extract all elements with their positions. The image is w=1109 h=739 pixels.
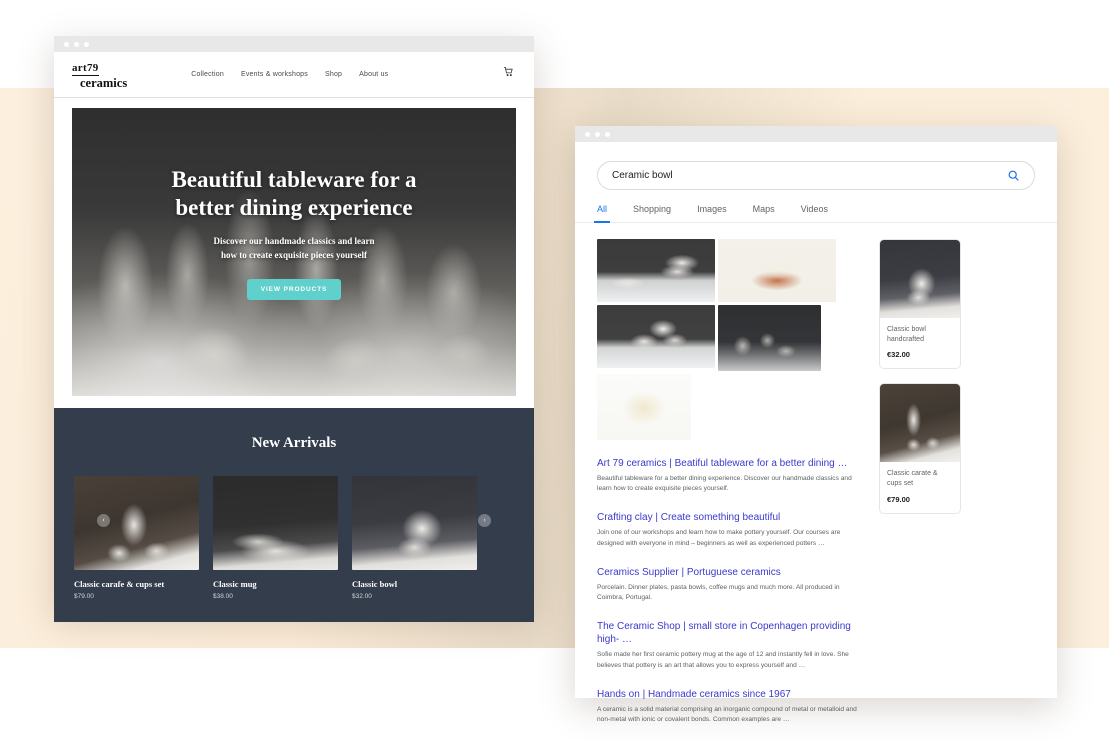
result-snippet: Join one of our workshops and learn how … [597, 529, 841, 547]
hero-banner: Beautiful tableware for a better dining … [72, 108, 516, 396]
shopping-card-name: Classic bowl handcrafted [887, 326, 926, 344]
search-result: Ceramics Supplier | Portuguese ceramics … [597, 566, 865, 603]
window-dot-maximize[interactable] [84, 41, 89, 47]
result-title-link[interactable]: The Ceramic Shop | small store in Copenh… [597, 620, 865, 646]
search-result: Hands on | Handmade ceramics since 1967 … [597, 688, 865, 725]
search-icon[interactable] [1007, 169, 1020, 182]
result-title-link[interactable]: Hands on | Handmade ceramics since 1967 [597, 688, 865, 701]
hero-content: Beautiful tableware for a better dining … [72, 108, 516, 301]
shopping-card-price: €32.00 [887, 350, 910, 360]
image-result-ceramic-plates-stack[interactable] [597, 239, 715, 302]
tab-all[interactable]: All [593, 204, 611, 223]
hero-heading-line-1: Beautiful tableware for a [171, 167, 417, 192]
product-card[interactable]: Classic carafe & cups set $79.00 [74, 476, 199, 600]
image-result-cream-round-bowl[interactable] [597, 374, 691, 440]
product-image-bowl [352, 476, 477, 570]
shop-browser-window: art79 ceramics Collection Events & works… [54, 36, 534, 622]
result-snippet: Beautiful tableware for a better dining … [597, 475, 852, 493]
logo-line-2: ceramics [80, 76, 128, 91]
image-results-grid [597, 239, 865, 440]
nav-item-about-us[interactable]: About us [359, 71, 388, 78]
search-tabs: All Shopping Images Maps Videos [575, 204, 1057, 223]
search-result: Art 79 ceramics | Beatiful tableware for… [597, 457, 865, 494]
product-title: Classic carafe & cups set [74, 579, 165, 589]
product-title: Classic mug [213, 579, 257, 589]
result-title-link[interactable]: Crafting clay | Create something beautif… [597, 511, 865, 524]
nav-item-events-workshops[interactable]: Events & workshops [241, 71, 308, 78]
search-result: Crafting clay | Create something beautif… [597, 511, 865, 548]
window-dot-close[interactable] [64, 41, 69, 47]
shopping-card-image-carafe-cups [880, 384, 960, 463]
window-chrome-bar [575, 126, 1057, 142]
tab-images[interactable]: Images [697, 204, 727, 222]
product-image-carafe-cups [74, 476, 199, 570]
hero-heading: Beautiful tableware for a better dining … [72, 166, 516, 222]
shopping-card-body: Classic carate & cups set €79.00 [880, 462, 960, 512]
window-dot-minimize[interactable] [74, 41, 79, 47]
image-result-grey-pedestal-bowls[interactable] [718, 305, 821, 371]
result-snippet: A ceramic is a solid material comprising… [597, 705, 857, 723]
shop-page-body: art79 ceramics Collection Events & works… [54, 52, 534, 622]
window-dot-minimize[interactable] [595, 131, 600, 137]
shopping-cart-icon[interactable] [503, 64, 514, 82]
hero-sub-line-1: Discover our handmade classics and learn [213, 236, 375, 247]
screenshot-stage: art79 ceramics Collection Events & works… [0, 0, 1109, 739]
shopping-card[interactable]: Classic carate & cups set €79.00 [879, 383, 961, 514]
search-bar[interactable] [597, 161, 1035, 190]
tab-videos[interactable]: Videos [801, 204, 828, 222]
shop-main-nav: Collection Events & workshops Shop About… [191, 71, 388, 78]
window-dot-close[interactable] [585, 131, 590, 137]
tab-shopping[interactable]: Shopping [633, 204, 671, 222]
shopping-card-image-classic-bowl [880, 240, 960, 318]
shopping-card[interactable]: Classic bowl handcrafted €32.00 [879, 239, 961, 370]
shopping-sidebar: Classic bowl handcrafted €32.00 Classic … [879, 239, 961, 725]
search-result: The Ceramic Shop | small store in Copenh… [597, 620, 865, 670]
nav-item-shop[interactable]: Shop [325, 71, 342, 78]
product-card[interactable]: Classic bowl $32.00 [352, 476, 477, 600]
search-page-body: All Shopping Images Maps Videos [575, 142, 1057, 723]
chevron-left-icon[interactable]: ‹ [97, 514, 110, 527]
image-result-terracotta-bowl-leaf-pattern[interactable] [718, 239, 836, 302]
search-bar-container [575, 142, 1057, 190]
new-arrivals-heading: New Arrivals [251, 435, 337, 451]
product-card[interactable]: Classic mug $38.00 [213, 476, 338, 600]
result-snippet: Sofie made her first ceramic pottery mug… [597, 651, 849, 669]
view-products-button[interactable]: VIEW PRODUCTS [246, 279, 342, 301]
shopping-card-body: Classic bowl handcrafted €32.00 [880, 318, 960, 368]
product-image-mug [213, 476, 338, 570]
hero-heading-line-2: better dining experience [175, 195, 413, 221]
nav-item-collection[interactable]: Collection [191, 71, 224, 78]
result-title-link[interactable]: Ceramics Supplier | Portuguese ceramics [597, 566, 865, 579]
product-price: $32.00 [352, 593, 372, 600]
result-title-link[interactable]: Art 79 ceramics | Beatiful tableware for… [597, 457, 865, 470]
new-arrivals-section: New Arrivals ‹ › Classic carafe & cups s… [54, 408, 534, 622]
logo-line-1: art79 [72, 62, 99, 77]
product-price: $38.00 [213, 593, 233, 600]
product-price: $79.00 [74, 593, 94, 600]
window-dot-maximize[interactable] [605, 131, 610, 137]
image-result-stacked-white-bowls[interactable] [597, 305, 715, 368]
shopping-card-name: Classic carate & cups set [887, 470, 938, 488]
search-browser-window: All Shopping Images Maps Videos [575, 126, 1057, 723]
hero-sub-line-2: how to create exquisite pieces yourself [220, 249, 368, 260]
shop-site-header: art79 ceramics Collection Events & works… [54, 52, 534, 98]
results-main-column: Art 79 ceramics | Beatiful tableware for… [597, 239, 865, 725]
results-area: Art 79 ceramics | Beatiful tableware for… [575, 223, 1057, 725]
product-card-list: Classic carafe & cups set $79.00 Classic… [74, 476, 514, 600]
product-title: Classic bowl [352, 579, 398, 589]
tab-maps[interactable]: Maps [753, 204, 775, 222]
search-input[interactable] [612, 170, 1007, 181]
result-snippet: Porcelain. Dinner plates, pasta bowls, c… [597, 583, 840, 602]
hero-subheading: Discover our handmade classics and learn… [72, 235, 516, 262]
shopping-card-price: €79.00 [887, 494, 910, 504]
shop-logo[interactable]: art79 ceramics [72, 59, 127, 90]
chevron-right-icon[interactable]: › [478, 514, 491, 527]
window-chrome-bar [54, 36, 534, 52]
